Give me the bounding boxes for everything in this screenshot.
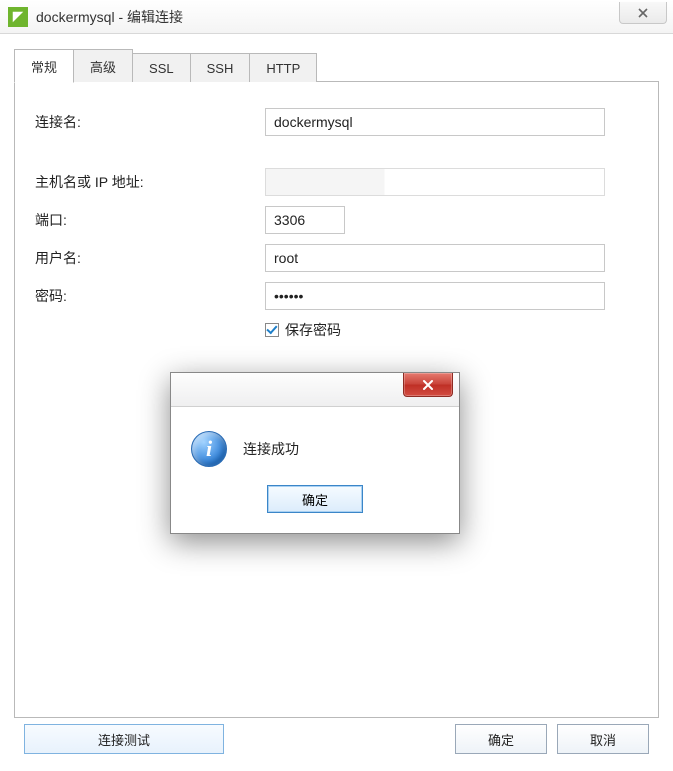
info-icon: i — [191, 431, 227, 467]
dialog-body: i 连接成功 — [171, 407, 459, 477]
tabstrip: 常规 高级 SSL SSH HTTP — [14, 52, 659, 82]
row-host: 主机名或 IP 地址: — [35, 168, 638, 196]
tab-ssl[interactable]: SSL — [133, 53, 191, 82]
tab-general[interactable]: 常规 — [14, 49, 74, 83]
tab-label: 常规 — [31, 60, 57, 75]
tab-label: HTTP — [266, 61, 300, 76]
test-connection-button[interactable]: 连接测试 — [24, 724, 224, 754]
window-title: dockermysql - 编辑连接 — [36, 7, 183, 27]
label-username: 用户名: — [35, 248, 265, 268]
button-label: 确定 — [302, 490, 328, 509]
row-password: 密码: — [35, 282, 638, 310]
label-port: 端口: — [35, 210, 265, 230]
dialog-message: 连接成功 — [243, 439, 299, 459]
dialog-ok-button[interactable]: 确定 — [267, 485, 363, 513]
button-label: 连接测试 — [98, 730, 150, 749]
tab-label: 高级 — [90, 60, 116, 75]
navicat-icon — [11, 10, 25, 24]
password-input[interactable] — [265, 282, 605, 310]
dialog-close-button[interactable] — [403, 373, 453, 397]
dialog-titlebar — [171, 373, 459, 407]
label-connection-name: 连接名: — [35, 112, 265, 132]
button-label: 取消 — [590, 730, 616, 749]
connection-name-input[interactable] — [265, 108, 605, 136]
close-icon — [637, 7, 649, 19]
label-password: 密码: — [35, 286, 265, 306]
bottom-bar: 连接测试 确定 取消 — [14, 717, 659, 761]
tab-advanced[interactable]: 高级 — [74, 49, 133, 82]
row-connection-name: 连接名: — [35, 108, 638, 136]
username-input[interactable] — [265, 244, 605, 272]
window-close-button[interactable] — [619, 2, 667, 24]
cancel-button[interactable]: 取消 — [557, 724, 649, 754]
tab-label: SSL — [149, 61, 174, 76]
message-dialog: i 连接成功 确定 — [170, 372, 460, 534]
tab-label: SSH — [207, 61, 234, 76]
dialog-footer: 确定 — [171, 477, 459, 533]
titlebar: dockermysql - 编辑连接 — [0, 0, 673, 34]
host-input[interactable] — [265, 168, 605, 196]
button-label: 确定 — [488, 730, 514, 749]
app-icon — [8, 7, 28, 27]
close-icon — [421, 379, 435, 391]
button-group-right: 确定 取消 — [455, 724, 649, 754]
row-username: 用户名: — [35, 244, 638, 272]
row-port: 端口: — [35, 206, 638, 234]
save-password-checkbox[interactable] — [265, 323, 279, 337]
tab-http[interactable]: HTTP — [250, 53, 317, 82]
window-controls — [619, 0, 673, 33]
label-save-password: 保存密码 — [285, 320, 341, 340]
row-save-password: 保存密码 — [265, 320, 638, 340]
label-host: 主机名或 IP 地址: — [35, 172, 265, 192]
ok-button[interactable]: 确定 — [455, 724, 547, 754]
port-input[interactable] — [265, 206, 345, 234]
tab-ssh[interactable]: SSH — [191, 53, 251, 82]
